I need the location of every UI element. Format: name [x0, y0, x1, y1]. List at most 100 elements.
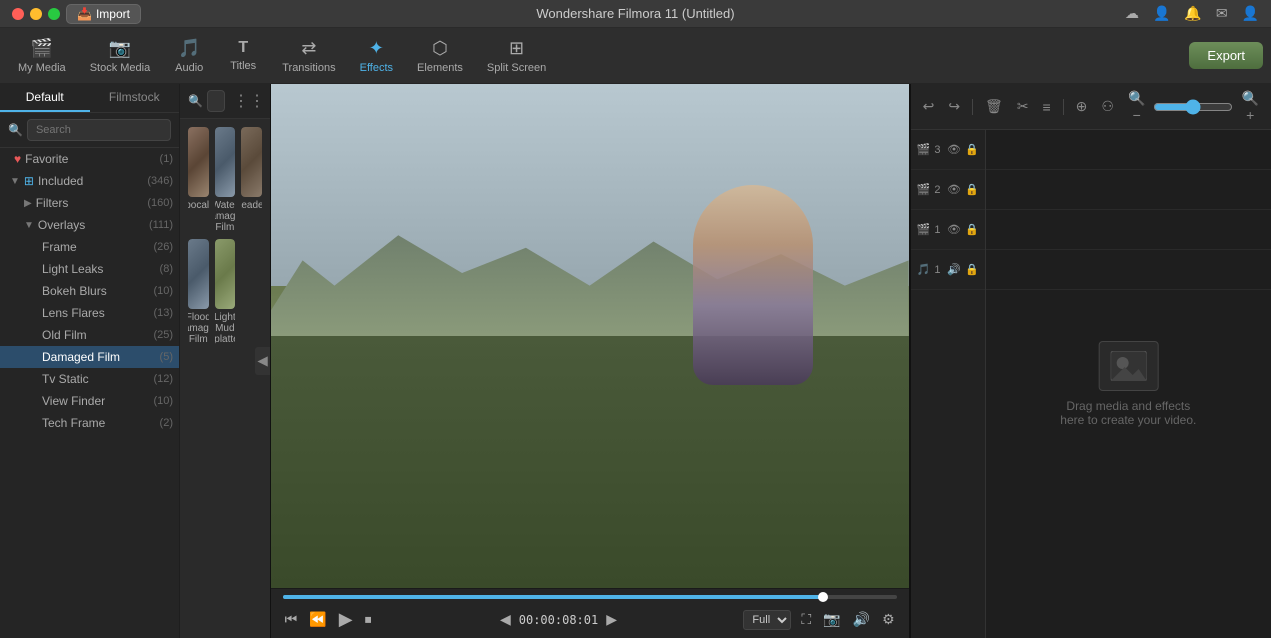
split-button[interactable]: ✂: [1013, 96, 1033, 117]
effect-thumb-flood-damaged: [188, 239, 209, 309]
minimize-button[interactable]: [30, 8, 42, 20]
toolbar-item-split-screen[interactable]: ⊞ Split Screen: [477, 34, 556, 78]
audio-label: Audio: [175, 62, 203, 74]
close-button[interactable]: [12, 8, 24, 20]
redo-button[interactable]: ↪: [944, 96, 964, 117]
sidebar: Default Filmstock 🔍 ♥ Favorite (1) ▼ ⊞ I…: [0, 84, 180, 638]
effect-flood-damaged[interactable]: Flood Damaged Film: [188, 239, 209, 345]
effect-light-mud[interactable]: Light Mud Splatter: [215, 239, 236, 345]
search-input[interactable]: [27, 119, 171, 141]
tree-label-light-leaks: Light Leaks: [42, 262, 160, 276]
effect-water-damaged[interactable]: Water Damaged Film: [215, 127, 236, 233]
volume-button[interactable]: 🔊: [851, 609, 872, 630]
more-button[interactable]: ≡: [1039, 97, 1055, 117]
nav-next-button[interactable]: ▶: [604, 609, 619, 630]
tree-label-frame: Frame: [42, 240, 153, 254]
tree-item-old-film[interactable]: Old Film (25): [0, 324, 179, 346]
tree-item-light-leaks[interactable]: Light Leaks (8): [0, 258, 179, 280]
track-content-audio: [986, 250, 1271, 290]
tree-item-favorite[interactable]: ♥ Favorite (1): [0, 148, 179, 170]
stock-media-icon: 📷: [109, 38, 131, 59]
tree-label-damaged-film: Damaged Film: [42, 350, 160, 364]
nav-prev-button[interactable]: ◀: [498, 609, 513, 630]
toolbar-item-elements[interactable]: ⬡ Elements: [407, 34, 473, 78]
quality-select[interactable]: Full 1/2 1/4: [743, 610, 791, 630]
tab-default[interactable]: Default: [0, 84, 90, 112]
maximize-button[interactable]: [48, 8, 60, 20]
track3-eye-icon[interactable]: 👁: [947, 143, 961, 156]
account-icon[interactable]: 👤: [1153, 5, 1170, 22]
search-bar: 🔍: [0, 113, 179, 148]
export-button[interactable]: Export: [1189, 42, 1263, 69]
settings-button[interactable]: ⚙: [880, 609, 897, 630]
tree-count-bokeh-blurs: (10): [153, 285, 173, 297]
message-icon[interactable]: ✉: [1216, 5, 1228, 22]
export-label: Export: [1207, 48, 1245, 63]
track1-lock-icon[interactable]: 🔒: [965, 223, 979, 236]
track1-eye-icon[interactable]: 👁: [947, 223, 961, 236]
tree-item-lens-flares[interactable]: Lens Flares (13): [0, 302, 179, 324]
magnet-button[interactable]: ⚇: [1097, 96, 1118, 117]
toolbar-item-stock-media[interactable]: 📷 Stock Media: [80, 34, 161, 78]
my-media-icon: 🎬: [31, 38, 53, 59]
notification-icon[interactable]: 🔔: [1184, 5, 1201, 22]
tree-count-frame: (26): [153, 241, 173, 253]
collapse-panel-button[interactable]: ◀: [255, 347, 269, 375]
add-track-button[interactable]: ⊕: [1072, 96, 1092, 117]
cloud-icon[interactable]: ☁: [1125, 5, 1139, 22]
effect-filmpocalypse[interactable]: Filmpocalypse: [188, 127, 209, 233]
tree-item-frame[interactable]: Frame (26): [0, 236, 179, 258]
toolbar-item-my-media[interactable]: 🎬 My Media: [8, 34, 76, 78]
zoom-in-button[interactable]: 🔍+: [1237, 88, 1263, 125]
tree-count-damaged-film: (5): [160, 351, 173, 363]
play-button[interactable]: ▶: [337, 607, 355, 632]
effect-leader[interactable]: Leader: [241, 127, 262, 233]
elements-icon: ⬡: [432, 38, 448, 59]
import-label: Import: [96, 7, 130, 21]
zoom-slider[interactable]: [1153, 99, 1233, 115]
track3-lock-icon[interactable]: 🔒: [965, 143, 979, 156]
audio1-vol-icon[interactable]: 🔊: [947, 263, 961, 276]
tree-item-bokeh-blurs[interactable]: Bokeh Blurs (10): [0, 280, 179, 302]
delete-button[interactable]: 🗑: [981, 96, 1007, 117]
tree-item-view-finder[interactable]: View Finder (10): [0, 390, 179, 412]
grid-view-icon[interactable]: ⋮⋮: [233, 91, 265, 111]
tree-item-tv-static[interactable]: Tv Static (12): [0, 368, 179, 390]
snapshot-button[interactable]: 📷: [821, 609, 842, 630]
toolbar-item-effects[interactable]: ✦ Effects: [350, 34, 403, 78]
zoom-out-button[interactable]: 🔍−: [1124, 88, 1150, 125]
timeline-scrubber[interactable]: [283, 595, 897, 599]
user-icon[interactable]: 👤: [1242, 5, 1259, 22]
tree-label-bokeh-blurs: Bokeh Blurs: [42, 284, 153, 298]
tree-item-tech-frame[interactable]: Tech Frame (2): [0, 412, 179, 434]
toolbar-item-audio[interactable]: 🎵 Audio: [164, 34, 214, 78]
separator: [972, 99, 973, 115]
tree-count-favorite: (1): [160, 153, 173, 165]
tree-label-favorite: Favorite: [25, 152, 159, 166]
tree-item-overlays[interactable]: ▼ Overlays (111): [0, 214, 179, 236]
rewind-button[interactable]: ⏮: [283, 609, 300, 630]
effects-label: Effects: [360, 62, 393, 74]
toolbar-item-titles[interactable]: T Titles: [218, 35, 268, 76]
audio1-lock-icon[interactable]: 🔒: [965, 263, 979, 276]
import-button[interactable]: 📥 Import: [66, 4, 141, 24]
tree-item-included[interactable]: ▼ ⊞ Included (346): [0, 170, 179, 192]
step-back-button[interactable]: ⏪: [307, 609, 328, 630]
toolbar-item-transitions[interactable]: ⇄ Transitions: [272, 34, 345, 78]
stop-button[interactable]: ⏹: [363, 609, 374, 630]
tree-item-damaged-film[interactable]: Damaged Film (5): [0, 346, 179, 368]
effect-thumb-light-mud: [215, 239, 236, 309]
tab-filmstock[interactable]: Filmstock: [90, 84, 180, 112]
track2-icon: 🎬: [917, 183, 931, 196]
audio1-icon: 🎵: [917, 263, 931, 276]
undo-button[interactable]: ↩: [919, 96, 939, 117]
effect-label-leader: Leader: [241, 200, 262, 211]
effects-search-input[interactable]: [207, 90, 225, 112]
track2-eye-icon[interactable]: 👁: [947, 183, 961, 196]
favorite-icon: ♥: [14, 152, 21, 166]
tree-label-old-film: Old Film: [42, 328, 153, 342]
tree-item-filters[interactable]: ▶ Filters (160): [0, 192, 179, 214]
track2-lock-icon[interactable]: 🔒: [965, 183, 979, 196]
fullscreen-button[interactable]: ⛶: [799, 609, 813, 630]
tree-count-view-finder: (10): [153, 395, 173, 407]
